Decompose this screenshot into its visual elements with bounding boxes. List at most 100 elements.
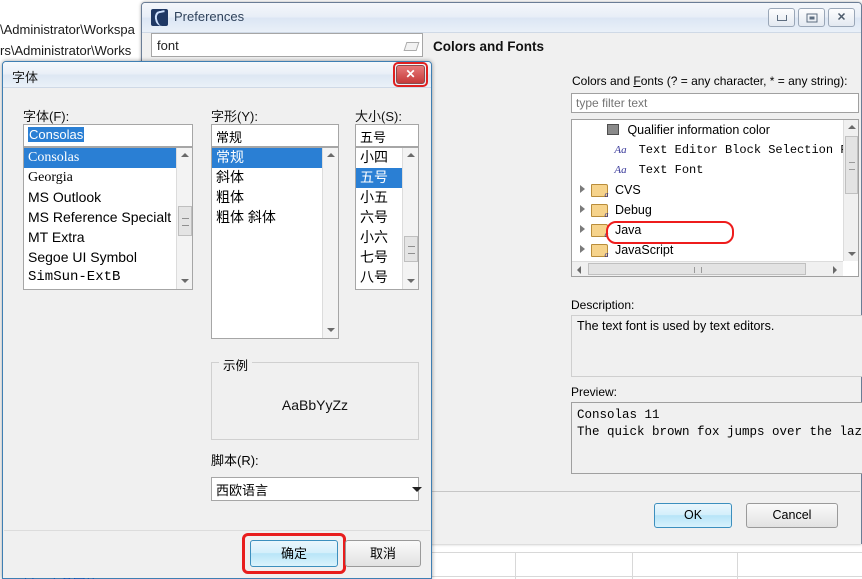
font-size-scrollbar[interactable]: [402, 148, 418, 289]
list-item[interactable]: SimSun-ExtB: [24, 268, 192, 288]
background-table-divider: [737, 552, 738, 579]
scroll-thumb[interactable]: [845, 136, 858, 194]
close-icon[interactable]: ✕: [828, 8, 855, 27]
font-style-list[interactable]: 常规 斜体 粗体 粗体 斜体: [211, 147, 339, 339]
tree-item-debug[interactable]: Debug: [572, 200, 858, 220]
scroll-down-arrow-icon[interactable]: [844, 247, 858, 261]
sample-legend: 示例: [219, 355, 253, 374]
tree-item-label: Qualifier information color: [627, 123, 770, 137]
font-size-list[interactable]: 小四 五号 小五 六号 小六 七号 八号: [355, 147, 419, 290]
tree-item-label: JavaScript: [614, 243, 674, 257]
font-dialog: 字体 ✕ 字体(F): Consolas Consolas Georgia MS…: [2, 61, 432, 579]
font-family-input[interactable]: Consolas: [23, 124, 193, 147]
preferences-title: Preferences: [174, 9, 245, 24]
list-item[interactable]: 粗体 斜体: [212, 208, 338, 228]
font-dialog-footer: 确定 取消: [4, 530, 430, 578]
font-size-value: 五号: [360, 130, 387, 145]
list-item[interactable]: MS Reference Specialt: [24, 208, 192, 228]
preferences-filter-wrap: [151, 33, 423, 59]
script-label: 脚本(R):: [211, 453, 259, 468]
background-table-line: [430, 552, 862, 553]
cancel-button[interactable]: Cancel: [746, 503, 838, 528]
colors-and-fonts-label: Colors and Fonts (? = any character, * =…: [572, 74, 848, 88]
chevron-right-icon[interactable]: [576, 181, 588, 201]
cf-label-suffix: onts (? = any character, * = any string)…: [640, 74, 848, 88]
list-item[interactable]: MT Extra: [24, 228, 192, 248]
eclipse-icon: [151, 9, 168, 26]
page-title: Colors and Fonts: [433, 39, 544, 54]
font-aa-icon: Aa: [614, 144, 627, 156]
font-size-input[interactable]: 五号: [355, 124, 419, 147]
list-item[interactable]: MS Outlook: [24, 188, 192, 208]
font-family-scrollbar[interactable]: [176, 148, 192, 289]
close-icon[interactable]: ✕: [396, 65, 425, 84]
tree-item-label: CVS: [614, 183, 641, 197]
list-item[interactable]: Segoe UI Symbol: [24, 248, 192, 268]
tree-horizontal-scrollbar[interactable]: [572, 261, 843, 276]
font-family-value: Consolas: [28, 127, 85, 142]
tree-item-label: Debug: [614, 203, 652, 217]
background-path-line-1: \Administrator\Workspa: [0, 22, 135, 37]
folder-font-icon: [591, 203, 609, 219]
screen: \Administrator\Workspa rs\Administrator\…: [0, 0, 862, 579]
scroll-up-arrow-icon[interactable]: [177, 148, 192, 163]
tree-item-text-editor-block-selection[interactable]: Aa Text Editor Block Selection F: [572, 140, 858, 160]
preferences-titlebar[interactable]: Preferences ✕: [142, 3, 861, 33]
background-path-line-2: rs\Administrator\Works: [0, 43, 132, 58]
cf-label-prefix: Colors and: [572, 74, 634, 88]
scroll-thumb[interactable]: [404, 236, 418, 262]
chevron-right-icon[interactable]: [576, 241, 588, 261]
font-dialog-titlebar[interactable]: 字体 ✕: [3, 62, 431, 88]
folder-font-icon: [591, 223, 609, 239]
chevron-right-icon[interactable]: [576, 201, 588, 221]
font-style-label: 字形(Y):: [211, 109, 258, 124]
ok-button[interactable]: OK: [654, 503, 732, 528]
scroll-up-arrow-icon[interactable]: [403, 148, 418, 163]
scroll-down-arrow-icon[interactable]: [323, 323, 338, 338]
script-select[interactable]: 西欧语言: [211, 477, 422, 501]
tree-item-java[interactable]: Java: [572, 220, 858, 240]
scroll-down-arrow-icon[interactable]: [403, 274, 418, 289]
font-aa-icon: Aa: [614, 164, 627, 176]
scroll-up-arrow-icon[interactable]: [844, 120, 858, 134]
tree-item-text-font[interactable]: Aa Text Font: [572, 160, 858, 180]
preview-line-2: The quick brown fox jumps over the lazy …: [577, 425, 862, 439]
list-item[interactable]: Consolas: [24, 148, 192, 168]
tree-vertical-scrollbar[interactable]: [843, 120, 858, 261]
scroll-right-arrow-icon[interactable]: [829, 262, 843, 276]
preview-box: Consolas 11 The quick brown fox jumps ov…: [571, 402, 862, 474]
script-value: 西欧语言: [216, 483, 269, 498]
list-item[interactable]: Georgia: [24, 168, 192, 188]
colors-and-fonts-tree[interactable]: Qualifier information color Aa Text Edit…: [571, 119, 859, 277]
font-family-list[interactable]: Consolas Georgia MS Outlook MS Reference…: [23, 147, 193, 290]
tree-item-javascript[interactable]: JavaScript: [572, 240, 858, 260]
preview-line-1: Consolas 11: [577, 408, 660, 422]
font-style-input[interactable]: 常规: [211, 124, 339, 147]
font-style-value: 常规: [216, 130, 243, 145]
description-box: The text font is used by text editors.: [571, 315, 862, 377]
tree-item-cvs[interactable]: CVS: [572, 180, 858, 200]
font-dialog-title: 字体: [12, 70, 39, 85]
preview-label: Preview:: [571, 385, 618, 399]
confirm-button[interactable]: 确定: [250, 540, 338, 567]
list-item[interactable]: 斜体: [212, 168, 338, 188]
list-item[interactable]: 常规: [212, 148, 338, 168]
font-style-scrollbar[interactable]: [322, 148, 338, 338]
folder-font-icon: [591, 183, 609, 199]
scroll-thumb[interactable]: [588, 263, 806, 275]
chevron-right-icon[interactable]: [576, 221, 588, 241]
clear-filter-icon[interactable]: [404, 39, 417, 52]
scroll-left-arrow-icon[interactable]: [572, 262, 586, 276]
tree-item-qualifier-information-color[interactable]: Qualifier information color: [572, 120, 858, 140]
list-item[interactable]: 粗体: [212, 188, 338, 208]
scroll-up-arrow-icon[interactable]: [323, 148, 338, 163]
maximize-icon[interactable]: [798, 8, 825, 27]
tree-filter-input[interactable]: [571, 93, 859, 113]
font-family-label: 字体(F):: [23, 109, 70, 124]
search-input[interactable]: [151, 33, 423, 57]
scroll-thumb[interactable]: [178, 206, 192, 236]
cancel-button[interactable]: 取消: [345, 540, 421, 567]
scroll-down-arrow-icon[interactable]: [177, 274, 192, 289]
tree-item-label: Text Font: [638, 163, 704, 177]
minimize-icon[interactable]: [768, 8, 795, 27]
